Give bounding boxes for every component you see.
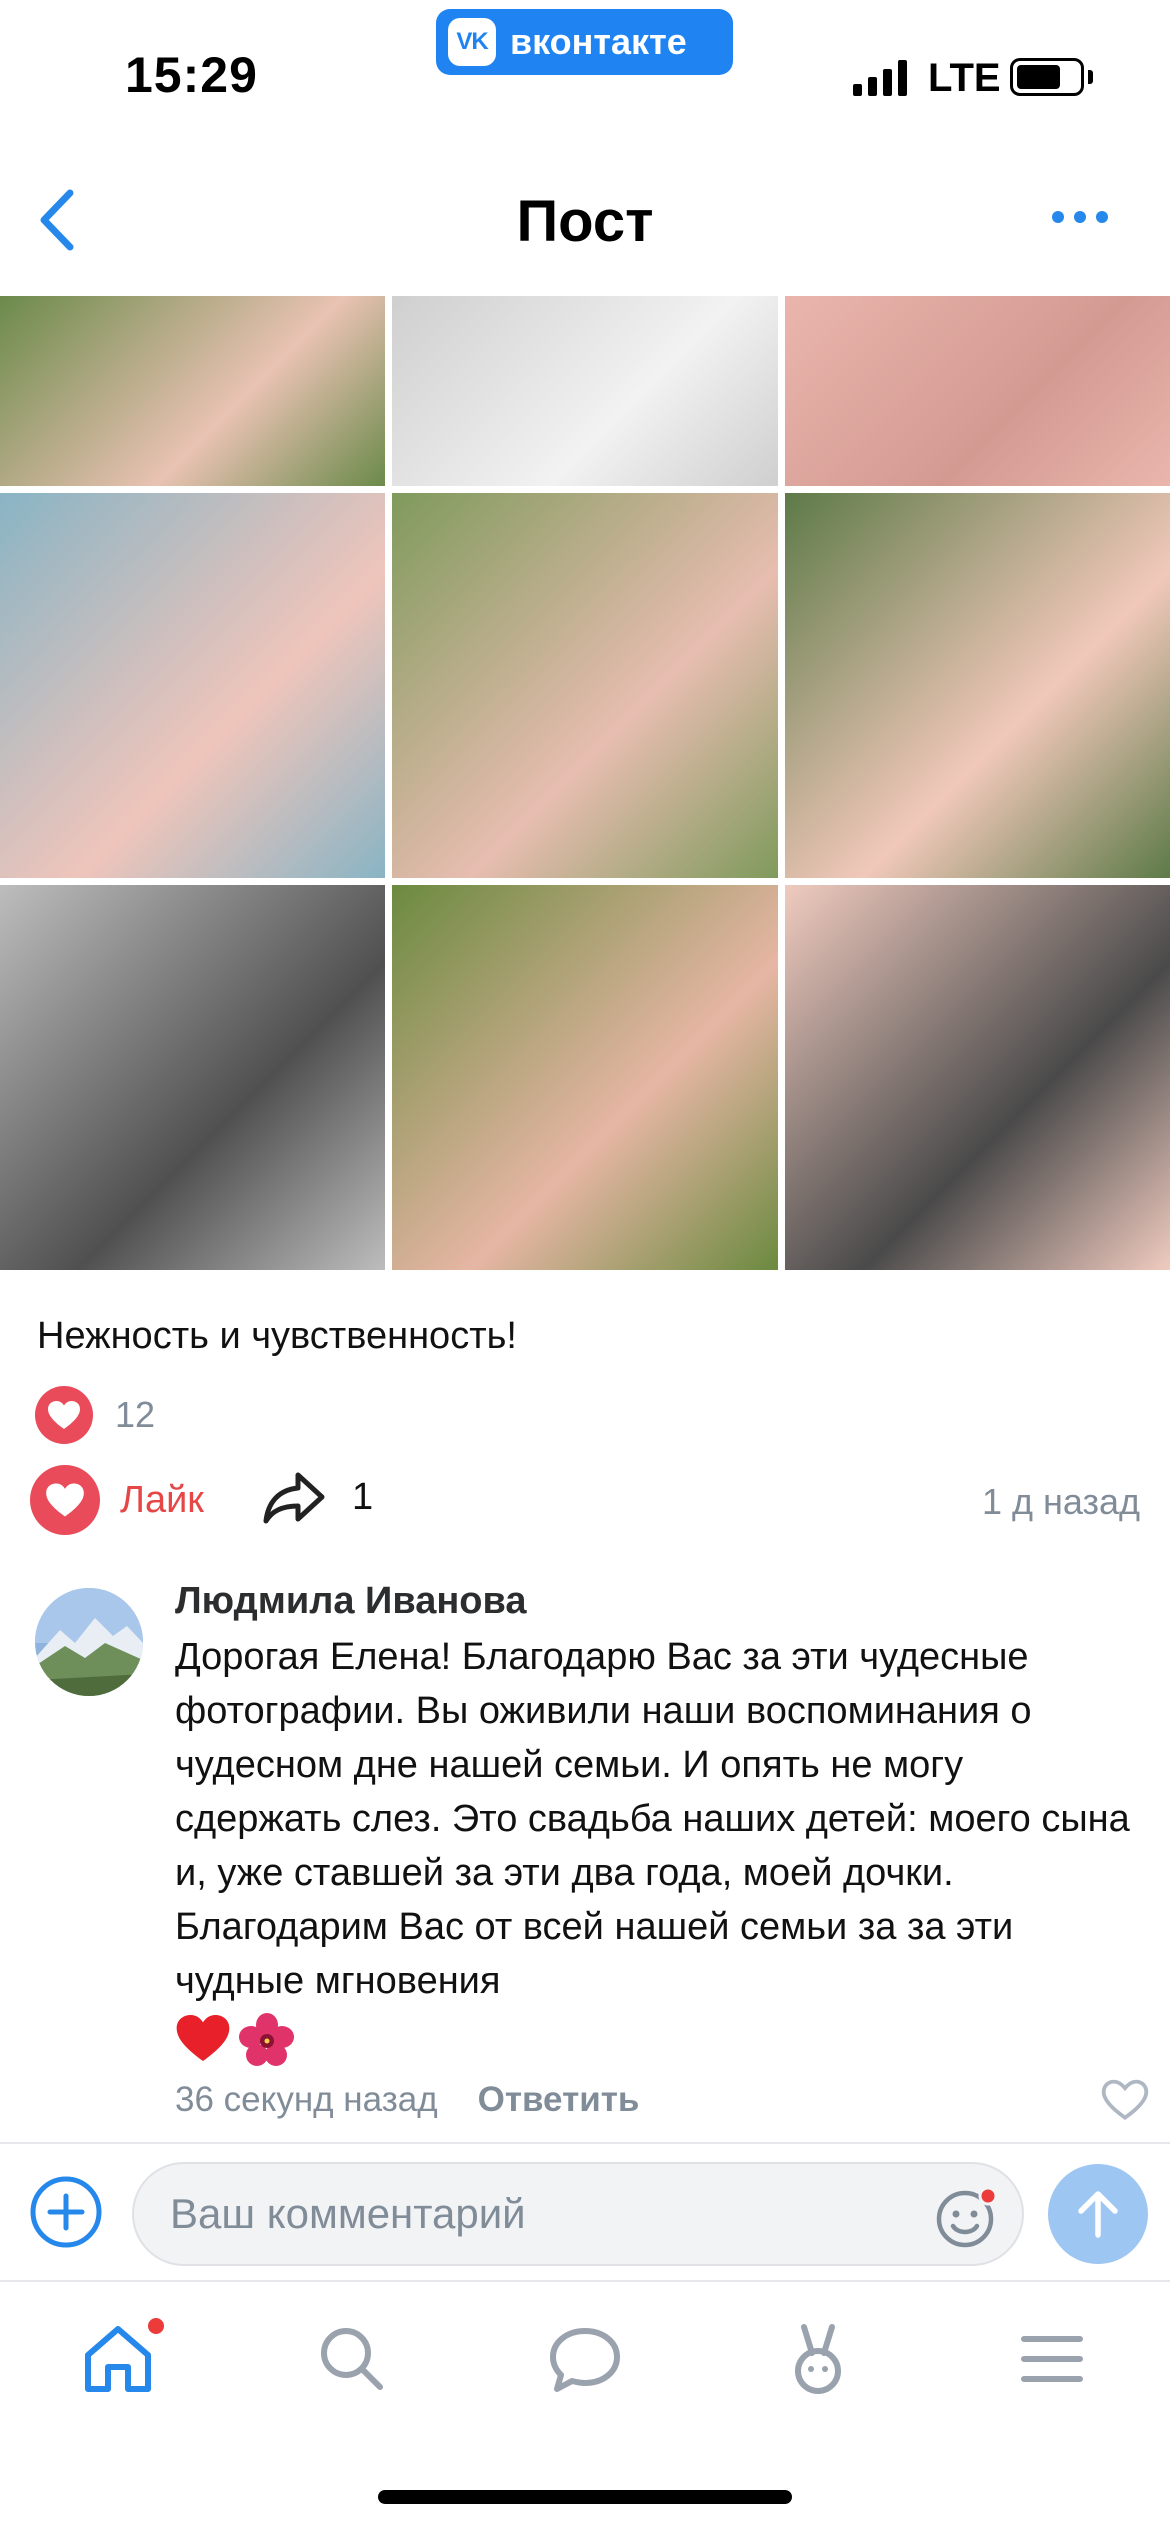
heart-filled-icon <box>35 1386 93 1444</box>
share-count: 1 <box>352 1475 374 1518</box>
status-bar: 15:29 VK вконтакте LTE <box>0 0 1170 135</box>
network-type: LTE <box>928 56 1001 100</box>
vk-logo-icon: VK <box>448 18 496 66</box>
like-label: Лайк <box>120 1478 204 1521</box>
page-title: Пост <box>516 189 654 254</box>
hibiscus-emoji-icon <box>239 2013 294 2066</box>
photo-bride-shoes-pier[interactable] <box>0 493 385 878</box>
signal-icon <box>853 60 907 96</box>
comment-composer <box>0 2142 1170 2282</box>
share-button[interactable]: 1 <box>262 1469 373 1525</box>
avatar[interactable] <box>35 1588 143 1696</box>
search-icon[interactable] <box>312 2319 392 2399</box>
reply-button[interactable]: Ответить <box>478 2080 640 2120</box>
comment-text: Дорогая Елена! Благодарю Вас за эти чуде… <box>175 1636 1130 2002</box>
comment-input-box <box>132 2162 1024 2266</box>
app-return-pill[interactable]: VK вконтакте <box>436 9 733 75</box>
share-arrow-icon <box>263 1472 325 1524</box>
comment-input[interactable] <box>170 2164 930 2264</box>
more-dots-icon[interactable] <box>1050 207 1110 227</box>
battery-icon <box>1010 58 1084 96</box>
photo-bride-by-pond[interactable] <box>785 493 1170 878</box>
photo-tulle-bw[interactable] <box>392 296 778 486</box>
battery-cap <box>1088 70 1093 84</box>
heart-filled-icon <box>30 1465 100 1535</box>
post-timestamp: 1 д назад <box>981 1481 1140 1522</box>
photo-pink-dress-corset[interactable] <box>785 296 1170 486</box>
nav-header: Пост <box>0 160 1170 280</box>
post-actions: Лайк 1 1 д назад <box>30 1465 1140 1535</box>
post-caption: Нежность и чувственность! <box>37 1315 517 1357</box>
home-notification-badge <box>148 2318 164 2334</box>
heart-outline-icon[interactable] <box>1100 2077 1150 2123</box>
comment-timestamp: 36 секунд назад <box>175 2080 438 2119</box>
photo-couple-walking-park[interactable] <box>392 493 778 878</box>
home-icon[interactable] <box>78 2319 158 2399</box>
photo-hands-sleeve-detail[interactable] <box>785 885 1170 1270</box>
menu-icon[interactable] <box>1012 2319 1092 2399</box>
photo-grid <box>0 296 1170 1272</box>
send-button[interactable] <box>1048 2164 1148 2264</box>
comment-meta: 36 секунд назад Ответить <box>175 2080 639 2120</box>
clips-icon[interactable] <box>778 2319 858 2399</box>
status-time: 15:29 <box>125 47 258 103</box>
add-attachment-icon[interactable] <box>28 2174 104 2250</box>
photo-couple-bouquet-dress[interactable] <box>0 296 385 486</box>
comment-emoji <box>175 2012 295 2072</box>
like-button[interactable]: Лайк <box>30 1465 204 1535</box>
photo-couple-kiss-bw[interactable] <box>0 885 385 1270</box>
emoji-picker-icon[interactable] <box>934 2184 1000 2250</box>
tab-bar <box>0 2284 1170 2444</box>
likes-summary[interactable]: 12 <box>35 1385 155 1445</box>
photo-couple-embrace-garden[interactable] <box>392 885 778 1270</box>
app-return-label: вконтакте <box>510 21 687 62</box>
arrow-up-icon <box>1078 2191 1118 2238</box>
messages-icon[interactable] <box>545 2319 625 2399</box>
comment-author[interactable]: Людмила Иванова <box>175 1580 527 1623</box>
red-heart-emoji-icon <box>176 2014 230 2062</box>
likes-count: 12 <box>115 1394 156 1435</box>
home-indicator[interactable] <box>378 2490 792 2504</box>
